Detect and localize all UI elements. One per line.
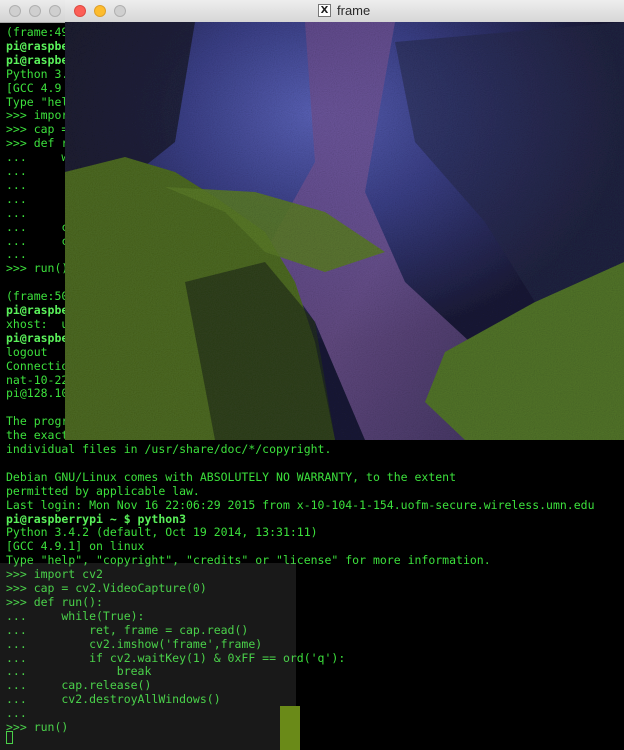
terminal-line: pi@raspbe bbox=[6, 303, 69, 317]
minimize-button[interactable] bbox=[94, 5, 106, 17]
terminal-line: ... bbox=[6, 247, 27, 262]
terminal-line: permitted by applicable law. bbox=[6, 483, 200, 498]
terminal-line: ... bbox=[6, 205, 27, 220]
camera-frame-image bbox=[65, 22, 624, 440]
frame-titlebar[interactable]: X frame bbox=[65, 0, 624, 23]
terminal-line: Last login: Mon Nov 16 22:06:29 2015 fro… bbox=[6, 497, 595, 512]
terminal-line: ... bbox=[6, 191, 27, 206]
terminal-line: Connectio bbox=[6, 358, 69, 373]
close-button[interactable] bbox=[74, 5, 86, 17]
terminal-line: the exact bbox=[6, 428, 69, 443]
x11-icon: X bbox=[318, 4, 331, 17]
terminal-line: ... bbox=[6, 164, 27, 178]
terminal-line: nat-10-22 bbox=[6, 372, 69, 387]
terminal-line: individual files in /usr/share/doc/*/cop… bbox=[6, 442, 332, 456]
terminal-line: (frame:50 bbox=[6, 289, 69, 304]
terminal-line: logout bbox=[6, 344, 48, 359]
terminal-line: ... c bbox=[6, 233, 69, 248]
terminal-line: pi@raspbe bbox=[6, 330, 69, 345]
terminal-line: >>> cap = bbox=[6, 122, 69, 137]
terminal-line: >>> run() bbox=[6, 261, 69, 276]
camera-frame-svg bbox=[65, 22, 624, 440]
terminal-line: >>> def r bbox=[6, 136, 69, 151]
terminal-line: pi@raspberrypi ~ $ python3 bbox=[6, 511, 187, 526]
terminal-line: xhost: u bbox=[6, 316, 69, 331]
frame-window[interactable]: X frame bbox=[65, 0, 624, 440]
terminal-line: pi@raspbe bbox=[6, 38, 69, 53]
terminal-line: ... c bbox=[6, 219, 69, 234]
terminal-line: Python 3.4.2 (default, Oct 19 2014, 13:3… bbox=[6, 525, 318, 540]
terminal-line: pi@128.10 bbox=[6, 386, 69, 401]
terminal-close-button[interactable] bbox=[9, 5, 21, 17]
terminal-line: pi@raspbe bbox=[6, 52, 69, 67]
window-title: frame bbox=[337, 3, 371, 18]
terminal-maximize-button[interactable] bbox=[49, 5, 61, 17]
terminal-line: (frame:49 bbox=[6, 25, 69, 39]
terminal-line: >>> impor bbox=[6, 108, 69, 123]
background-window-artifact bbox=[0, 563, 296, 750]
terminal-line: ... bbox=[6, 177, 27, 192]
terminal-line: Debian GNU/Linux comes with ABSOLUTELY N… bbox=[6, 469, 457, 484]
maximize-button[interactable] bbox=[114, 5, 126, 17]
terminal-line: [GCC 4.9 bbox=[6, 80, 62, 95]
terminal-line: The progr bbox=[6, 414, 69, 429]
terminal-minimize-button[interactable] bbox=[29, 5, 41, 17]
background-window-artifact-edge bbox=[280, 706, 300, 750]
terminal-line: [GCC 4.9.1] on linux bbox=[6, 539, 145, 554]
terminal-line: ... w bbox=[6, 150, 69, 165]
